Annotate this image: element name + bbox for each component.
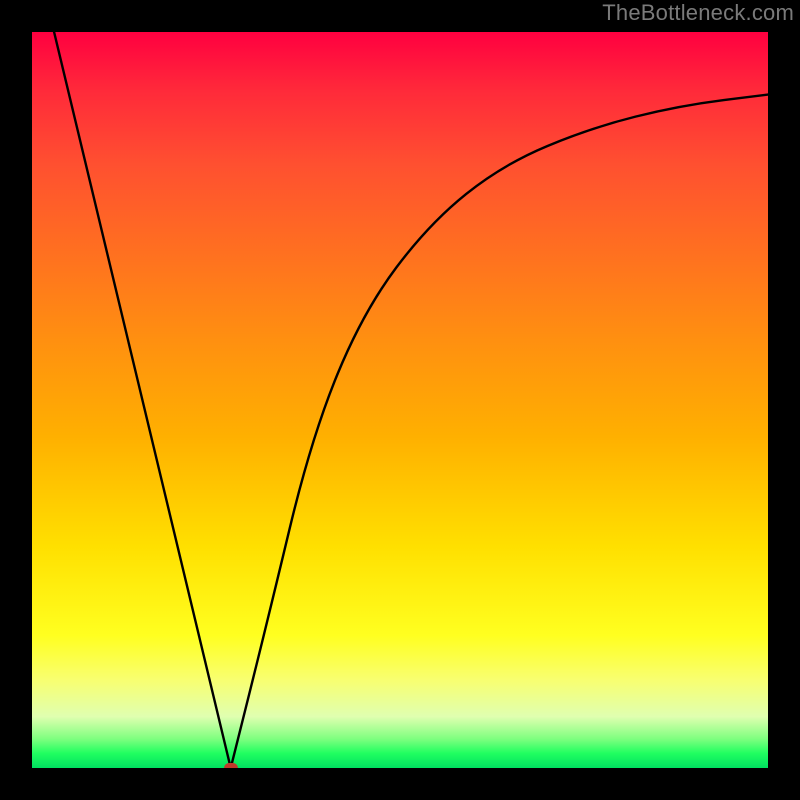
curve-path: [54, 32, 768, 768]
plot-area: [32, 32, 768, 768]
watermark-label: TheBottleneck.com: [602, 0, 794, 26]
chart-frame: TheBottleneck.com: [0, 0, 800, 800]
min-marker: [224, 763, 238, 768]
curve-svg: [32, 32, 768, 768]
